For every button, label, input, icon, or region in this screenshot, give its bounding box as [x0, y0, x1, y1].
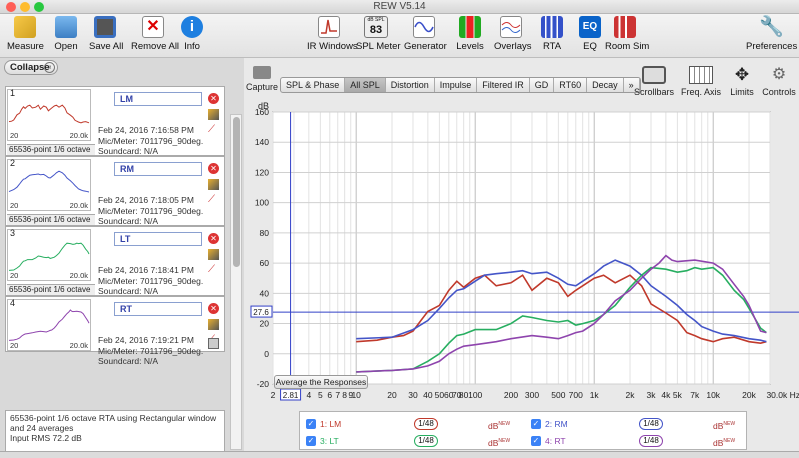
x-tick-label: 2k — [626, 390, 636, 400]
legend-row-4: ✓ 4: RT 1/48 dBNEW — [531, 434, 746, 449]
y-tick-label: 160 — [255, 107, 269, 117]
smoothing-button[interactable]: 1/48 — [639, 435, 663, 447]
x-tick-label: 5k — [673, 390, 683, 400]
smoothing-button[interactable]: 1/48 — [639, 418, 663, 430]
x-tick-label: 30 — [408, 390, 418, 400]
x-tick-label: 4 — [306, 390, 311, 400]
x-tick-label: 20k — [742, 390, 756, 400]
x-tick-label: 30.0k Hz — [766, 390, 799, 400]
smoothing-button[interactable]: 1/48 — [414, 435, 438, 447]
smoothing-button[interactable]: 1/48 — [414, 418, 438, 430]
cursor-y-label: 27.6 — [253, 308, 269, 317]
status-bar — [0, 451, 799, 458]
legend-row-3: ✓ 3: LT 1/48 dBNEW — [306, 434, 521, 449]
x-tick-label: 40 — [423, 390, 433, 400]
x-tick-label: 500 — [551, 390, 565, 400]
x-tick-label: 20 — [387, 390, 397, 400]
x-tick-label: 7k — [690, 390, 700, 400]
x-tick-label: 50 — [435, 390, 445, 400]
x-tick-label: 7 — [335, 390, 340, 400]
y-tick-label: 40 — [260, 288, 270, 298]
x-tick-label: 200 — [504, 390, 518, 400]
plot-area — [272, 111, 771, 385]
db-offset-label[interactable]: dBNEW — [713, 417, 735, 434]
y-tick-label: 100 — [255, 198, 269, 208]
average-responses-button[interactable]: Average the Responses — [274, 375, 368, 389]
legend-label: 4: RT — [545, 436, 566, 446]
y-tick-label: 80 — [260, 228, 270, 238]
x-tick-label: 100 — [468, 390, 482, 400]
x-tick-label: 2 — [271, 390, 276, 400]
x-tick-label: 8 — [342, 390, 347, 400]
legend-checkbox[interactable]: ✓ — [306, 419, 316, 429]
legend-checkbox[interactable]: ✓ — [306, 436, 316, 446]
x-tick-label: 6 — [327, 390, 332, 400]
y-tick-label: 20 — [260, 319, 270, 329]
rew-window: REW V5.14 Measure Open Save All ✕ Remove… — [0, 0, 799, 458]
db-offset-label[interactable]: dBNEW — [488, 417, 510, 434]
db-offset-label[interactable]: dBNEW — [488, 434, 510, 451]
x-tick-label: 10k — [706, 390, 720, 400]
legend-row-2: ✓ 2: RM 1/48 dBNEW — [531, 417, 746, 432]
legend-label: 2: RM — [545, 419, 568, 429]
cursor-x-label: 2.81 — [283, 391, 299, 400]
legend-checkbox[interactable]: ✓ — [531, 436, 541, 446]
x-tick-label: 10 — [351, 390, 361, 400]
graph-legend: ✓ 1: LM 1/48 dBNEW ✓ 2: RM 1/48 dBNEW ✓ 3: LT 1/48… — [299, 411, 747, 450]
y-tick-label: 120 — [255, 167, 269, 177]
y-tick-label: 0 — [264, 349, 269, 359]
legend-label: 3: LT — [320, 436, 339, 446]
db-offset-label[interactable]: dBNEW — [713, 434, 735, 451]
spl-graph[interactable]: 160140120100806040200-202345678910203040… — [0, 0, 799, 458]
x-tick-label: 1k — [590, 390, 600, 400]
legend-label: 1: LM — [320, 419, 342, 429]
x-tick-label: 3k — [646, 390, 656, 400]
x-tick-label: 4k — [661, 390, 671, 400]
legend-row-1: ✓ 1: LM 1/48 dBNEW — [306, 417, 521, 432]
y-tick-label: -20 — [257, 379, 270, 389]
x-tick-label: 300 — [525, 390, 539, 400]
x-tick-label: 700 — [569, 390, 583, 400]
legend-checkbox[interactable]: ✓ — [531, 419, 541, 429]
y-tick-label: 60 — [260, 258, 270, 268]
x-tick-label: 5 — [318, 390, 323, 400]
y-tick-label: 140 — [255, 137, 269, 147]
